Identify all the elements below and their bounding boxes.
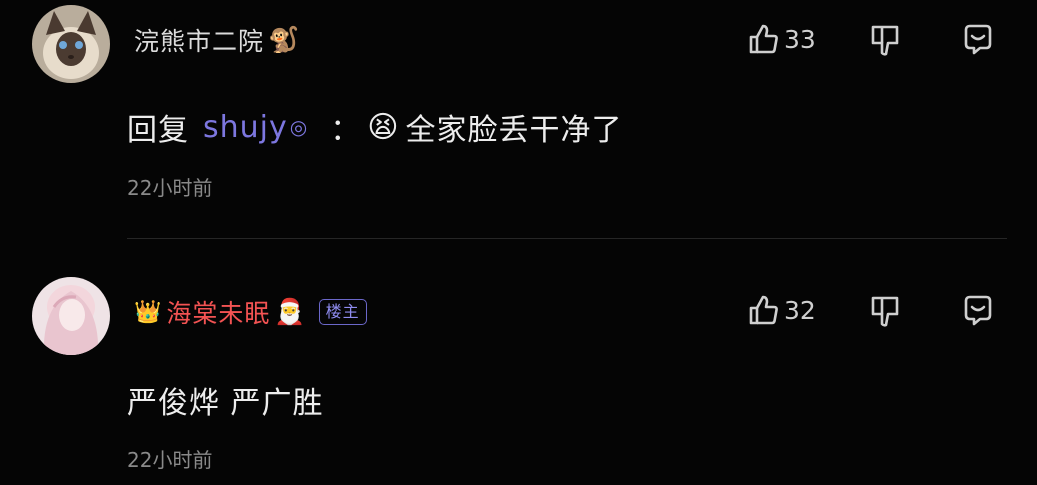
- like-button[interactable]: 33: [746, 22, 816, 56]
- timestamp: 22小时前: [127, 176, 213, 200]
- avatar[interactable]: [32, 5, 110, 83]
- comment-body: 全家脸丢干净了: [405, 113, 623, 148]
- timestamp: 22小时前: [127, 448, 213, 472]
- colon: ：: [330, 113, 362, 148]
- reply-prefix: 回复: [127, 113, 189, 148]
- like-button[interactable]: 32: [746, 293, 816, 327]
- reply-bubble-icon: [964, 24, 992, 55]
- mention-mark: ◎: [289, 115, 309, 139]
- comment-item: 👑 海棠未眠 🎅 楼主 32 严俊烨 严广胜 22小时前: [0, 260, 1037, 485]
- cat-avatar-image: [32, 5, 110, 83]
- comment-body: 严俊烨 严广胜: [127, 386, 324, 421]
- username-text: 浣熊市二院: [134, 27, 265, 56]
- op-badge: 楼主: [318, 299, 367, 325]
- mention-link[interactable]: shujy: [203, 110, 288, 145]
- avatar[interactable]: [32, 277, 110, 355]
- reply-button[interactable]: [960, 293, 996, 329]
- like-count: 32: [784, 295, 816, 325]
- monkey-emoji-icon: 🐒: [268, 25, 301, 54]
- comment-actions: 33: [740, 22, 1037, 66]
- thumbs-down-icon: [871, 25, 899, 56]
- girl-avatar-image: [32, 277, 110, 355]
- username[interactable]: 浣熊市二院 🐒: [134, 22, 300, 58]
- reply-bubble-icon: [964, 295, 992, 326]
- comment-list: 浣熊市二院 🐒 33 回复 shujy ◎ ： 😫 全家脸丢干净了 22小时前 …: [0, 0, 1037, 485]
- thumbs-down-icon: [871, 296, 899, 327]
- username-text: 海棠未眠: [166, 299, 271, 328]
- thumbs-up-icon: [749, 295, 778, 325]
- like-count: 33: [784, 24, 816, 54]
- santa-emoji-icon: 🎅: [274, 297, 307, 326]
- crown-icon: 👑: [134, 299, 163, 325]
- username[interactable]: 👑 海棠未眠 🎅 楼主: [134, 294, 367, 330]
- tired-face-emoji-icon: 😫: [367, 109, 400, 145]
- comment-actions: 32: [740, 293, 1037, 337]
- reply-button[interactable]: [960, 22, 996, 58]
- divider: [127, 238, 1007, 239]
- thumbs-up-icon: [749, 24, 778, 54]
- dislike-button[interactable]: [868, 293, 902, 329]
- comment-text: 严俊烨 严广胜: [127, 378, 324, 422]
- comment-item: 浣熊市二院 🐒 33 回复 shujy ◎ ： 😫 全家脸丢干净了 22小时前: [0, 0, 1037, 239]
- dislike-button[interactable]: [868, 22, 902, 58]
- comment-text: 回复 shujy ◎ ： 😫 全家脸丢干净了: [127, 105, 622, 149]
